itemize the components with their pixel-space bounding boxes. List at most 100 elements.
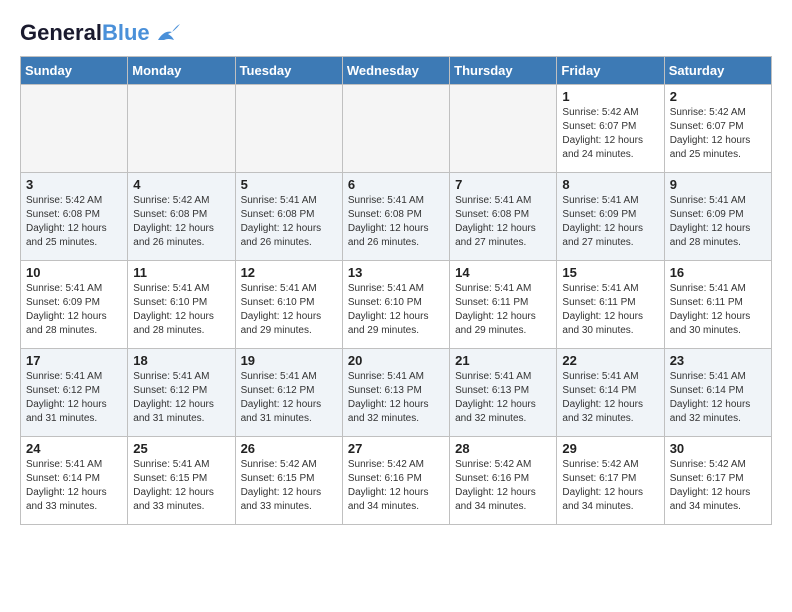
day-number: 22	[562, 353, 658, 368]
calendar-header-tuesday: Tuesday	[235, 57, 342, 85]
calendar-header-friday: Friday	[557, 57, 664, 85]
calendar-cell: 18 Sunrise: 5:41 AM Sunset: 6:12 PM Dayli…	[128, 349, 235, 437]
day-number: 14	[455, 265, 551, 280]
day-number: 12	[241, 265, 337, 280]
calendar-week-row: 24 Sunrise: 5:41 AM Sunset: 6:14 PM Dayli…	[21, 437, 772, 525]
day-number: 25	[133, 441, 229, 456]
calendar-cell: 23 Sunrise: 5:41 AM Sunset: 6:14 PM Dayli…	[664, 349, 771, 437]
calendar-cell: 22Sunrise: 5:41 AM Sunset: 6:14 PM Dayli…	[557, 349, 664, 437]
day-number: 30	[670, 441, 766, 456]
calendar-header-wednesday: Wednesday	[342, 57, 449, 85]
calendar-table: SundayMondayTuesdayWednesdayThursdayFrid…	[20, 56, 772, 525]
day-info: Sunrise: 5:41 AM Sunset: 6:15 PM Dayligh…	[133, 458, 229, 514]
calendar-cell: 3 Sunrise: 5:42 AM Sunset: 6:08 PM Daylig…	[21, 173, 128, 261]
calendar-cell: 12Sunrise: 5:41 AM Sunset: 6:10 PM Dayli…	[235, 261, 342, 349]
calendar-cell: 20 Sunrise: 5:41 AM Sunset: 6:13 PM Dayli…	[342, 349, 449, 437]
calendar-cell: 7 Sunrise: 5:41 AM Sunset: 6:08 PM Daylig…	[450, 173, 557, 261]
calendar-header-sunday: Sunday	[21, 57, 128, 85]
calendar-cell: 14 Sunrise: 5:41 AM Sunset: 6:11 PM Dayli…	[450, 261, 557, 349]
day-info: Sunrise: 5:42 AM Sunset: 6:08 PM Dayligh…	[26, 194, 122, 250]
day-number: 5	[241, 177, 337, 192]
calendar-cell: 15 Sunrise: 5:41 AM Sunset: 6:11 PM Dayli…	[557, 261, 664, 349]
day-info: Sunrise: 5:41 AM Sunset: 6:10 PM Dayligh…	[348, 282, 444, 338]
day-number: 27	[348, 441, 444, 456]
day-number: 26	[241, 441, 337, 456]
logo-text: GeneralBlue	[20, 20, 150, 46]
calendar-cell: 19 Sunrise: 5:41 AM Sunset: 6:12 PM Dayli…	[235, 349, 342, 437]
day-info: Sunrise: 5:42 AM Sunset: 6:17 PM Dayligh…	[670, 458, 766, 514]
calendar-cell: 6 Sunrise: 5:41 AM Sunset: 6:08 PM Daylig…	[342, 173, 449, 261]
calendar-header-row: SundayMondayTuesdayWednesdayThursdayFrid…	[21, 57, 772, 85]
day-number: 29	[562, 441, 658, 456]
day-number: 8	[562, 177, 658, 192]
calendar-cell: 10 Sunrise: 5:41 AM Sunset: 6:09 PM Dayli…	[21, 261, 128, 349]
day-number: 23	[670, 353, 766, 368]
day-number: 6	[348, 177, 444, 192]
day-number: 4	[133, 177, 229, 192]
calendar-cell: 13 Sunrise: 5:41 AM Sunset: 6:10 PM Dayli…	[342, 261, 449, 349]
day-info: Sunrise: 5:42 AM Sunset: 6:07 PM Dayligh…	[670, 106, 766, 162]
day-info: Sunrise: 5:41 AM Sunset: 6:09 PM Dayligh…	[670, 194, 766, 250]
calendar-week-row: 17 Sunrise: 5:41 AM Sunset: 6:12 PM Dayli…	[21, 349, 772, 437]
day-number: 15	[562, 265, 658, 280]
calendar-cell: 4 Sunrise: 5:42 AM Sunset: 6:08 PM Daylig…	[128, 173, 235, 261]
calendar-cell	[235, 85, 342, 173]
calendar-cell: 28Sunrise: 5:42 AM Sunset: 6:16 PM Dayli…	[450, 437, 557, 525]
day-number: 28	[455, 441, 551, 456]
day-info: Sunrise: 5:41 AM Sunset: 6:11 PM Dayligh…	[562, 282, 658, 338]
day-info: Sunrise: 5:41 AM Sunset: 6:09 PM Dayligh…	[562, 194, 658, 250]
day-number: 9	[670, 177, 766, 192]
day-info: Sunrise: 5:42 AM Sunset: 6:08 PM Dayligh…	[133, 194, 229, 250]
calendar-cell: 1 Sunrise: 5:42 AM Sunset: 6:07 PM Daylig…	[557, 85, 664, 173]
day-number: 18	[133, 353, 229, 368]
day-info: Sunrise: 5:41 AM Sunset: 6:10 PM Dayligh…	[133, 282, 229, 338]
day-info: Sunrise: 5:42 AM Sunset: 6:15 PM Dayligh…	[241, 458, 337, 514]
day-info: Sunrise: 5:42 AM Sunset: 6:07 PM Dayligh…	[562, 106, 658, 162]
logo: GeneralBlue	[20, 20, 182, 46]
calendar-cell: 29Sunrise: 5:42 AM Sunset: 6:17 PM Dayli…	[557, 437, 664, 525]
calendar-header-saturday: Saturday	[664, 57, 771, 85]
calendar-cell: 25 Sunrise: 5:41 AM Sunset: 6:15 PM Dayli…	[128, 437, 235, 525]
day-info: Sunrise: 5:41 AM Sunset: 6:08 PM Dayligh…	[455, 194, 551, 250]
day-number: 20	[348, 353, 444, 368]
day-info: Sunrise: 5:41 AM Sunset: 6:12 PM Dayligh…	[133, 370, 229, 426]
day-info: Sunrise: 5:41 AM Sunset: 6:13 PM Dayligh…	[455, 370, 551, 426]
calendar-cell: 2 Sunrise: 5:42 AM Sunset: 6:07 PM Daylig…	[664, 85, 771, 173]
calendar-cell	[342, 85, 449, 173]
day-number: 13	[348, 265, 444, 280]
day-info: Sunrise: 5:41 AM Sunset: 6:13 PM Dayligh…	[348, 370, 444, 426]
day-number: 10	[26, 265, 122, 280]
calendar-cell: 16Sunrise: 5:41 AM Sunset: 6:11 PM Dayli…	[664, 261, 771, 349]
day-number: 24	[26, 441, 122, 456]
calendar-cell: 5 Sunrise: 5:41 AM Sunset: 6:08 PM Daylig…	[235, 173, 342, 261]
calendar-cell: 21 Sunrise: 5:41 AM Sunset: 6:13 PM Dayli…	[450, 349, 557, 437]
day-number: 3	[26, 177, 122, 192]
calendar-cell: 8 Sunrise: 5:41 AM Sunset: 6:09 PM Daylig…	[557, 173, 664, 261]
calendar-week-row: 3 Sunrise: 5:42 AM Sunset: 6:08 PM Daylig…	[21, 173, 772, 261]
day-info: Sunrise: 5:42 AM Sunset: 6:16 PM Dayligh…	[348, 458, 444, 514]
calendar-cell: 11Sunrise: 5:41 AM Sunset: 6:10 PM Dayli…	[128, 261, 235, 349]
logo-bird-icon	[154, 22, 182, 44]
calendar-cell: 26 Sunrise: 5:42 AM Sunset: 6:15 PM Dayli…	[235, 437, 342, 525]
day-number: 7	[455, 177, 551, 192]
day-info: Sunrise: 5:41 AM Sunset: 6:09 PM Dayligh…	[26, 282, 122, 338]
calendar-cell: 24 Sunrise: 5:41 AM Sunset: 6:14 PM Dayli…	[21, 437, 128, 525]
calendar-cell	[450, 85, 557, 173]
day-info: Sunrise: 5:41 AM Sunset: 6:14 PM Dayligh…	[26, 458, 122, 514]
day-info: Sunrise: 5:41 AM Sunset: 6:14 PM Dayligh…	[670, 370, 766, 426]
day-number: 21	[455, 353, 551, 368]
day-info: Sunrise: 5:41 AM Sunset: 6:08 PM Dayligh…	[348, 194, 444, 250]
day-info: Sunrise: 5:41 AM Sunset: 6:11 PM Dayligh…	[670, 282, 766, 338]
calendar-week-row: 1 Sunrise: 5:42 AM Sunset: 6:07 PM Daylig…	[21, 85, 772, 173]
day-info: Sunrise: 5:41 AM Sunset: 6:08 PM Dayligh…	[241, 194, 337, 250]
day-number: 17	[26, 353, 122, 368]
day-number: 1	[562, 89, 658, 104]
day-number: 2	[670, 89, 766, 104]
day-info: Sunrise: 5:41 AM Sunset: 6:12 PM Dayligh…	[26, 370, 122, 426]
calendar-cell: 30 Sunrise: 5:42 AM Sunset: 6:17 PM Dayli…	[664, 437, 771, 525]
day-number: 19	[241, 353, 337, 368]
calendar-week-row: 10 Sunrise: 5:41 AM Sunset: 6:09 PM Dayli…	[21, 261, 772, 349]
day-info: Sunrise: 5:41 AM Sunset: 6:12 PM Dayligh…	[241, 370, 337, 426]
day-info: Sunrise: 5:41 AM Sunset: 6:11 PM Dayligh…	[455, 282, 551, 338]
calendar-cell: 17 Sunrise: 5:41 AM Sunset: 6:12 PM Dayli…	[21, 349, 128, 437]
